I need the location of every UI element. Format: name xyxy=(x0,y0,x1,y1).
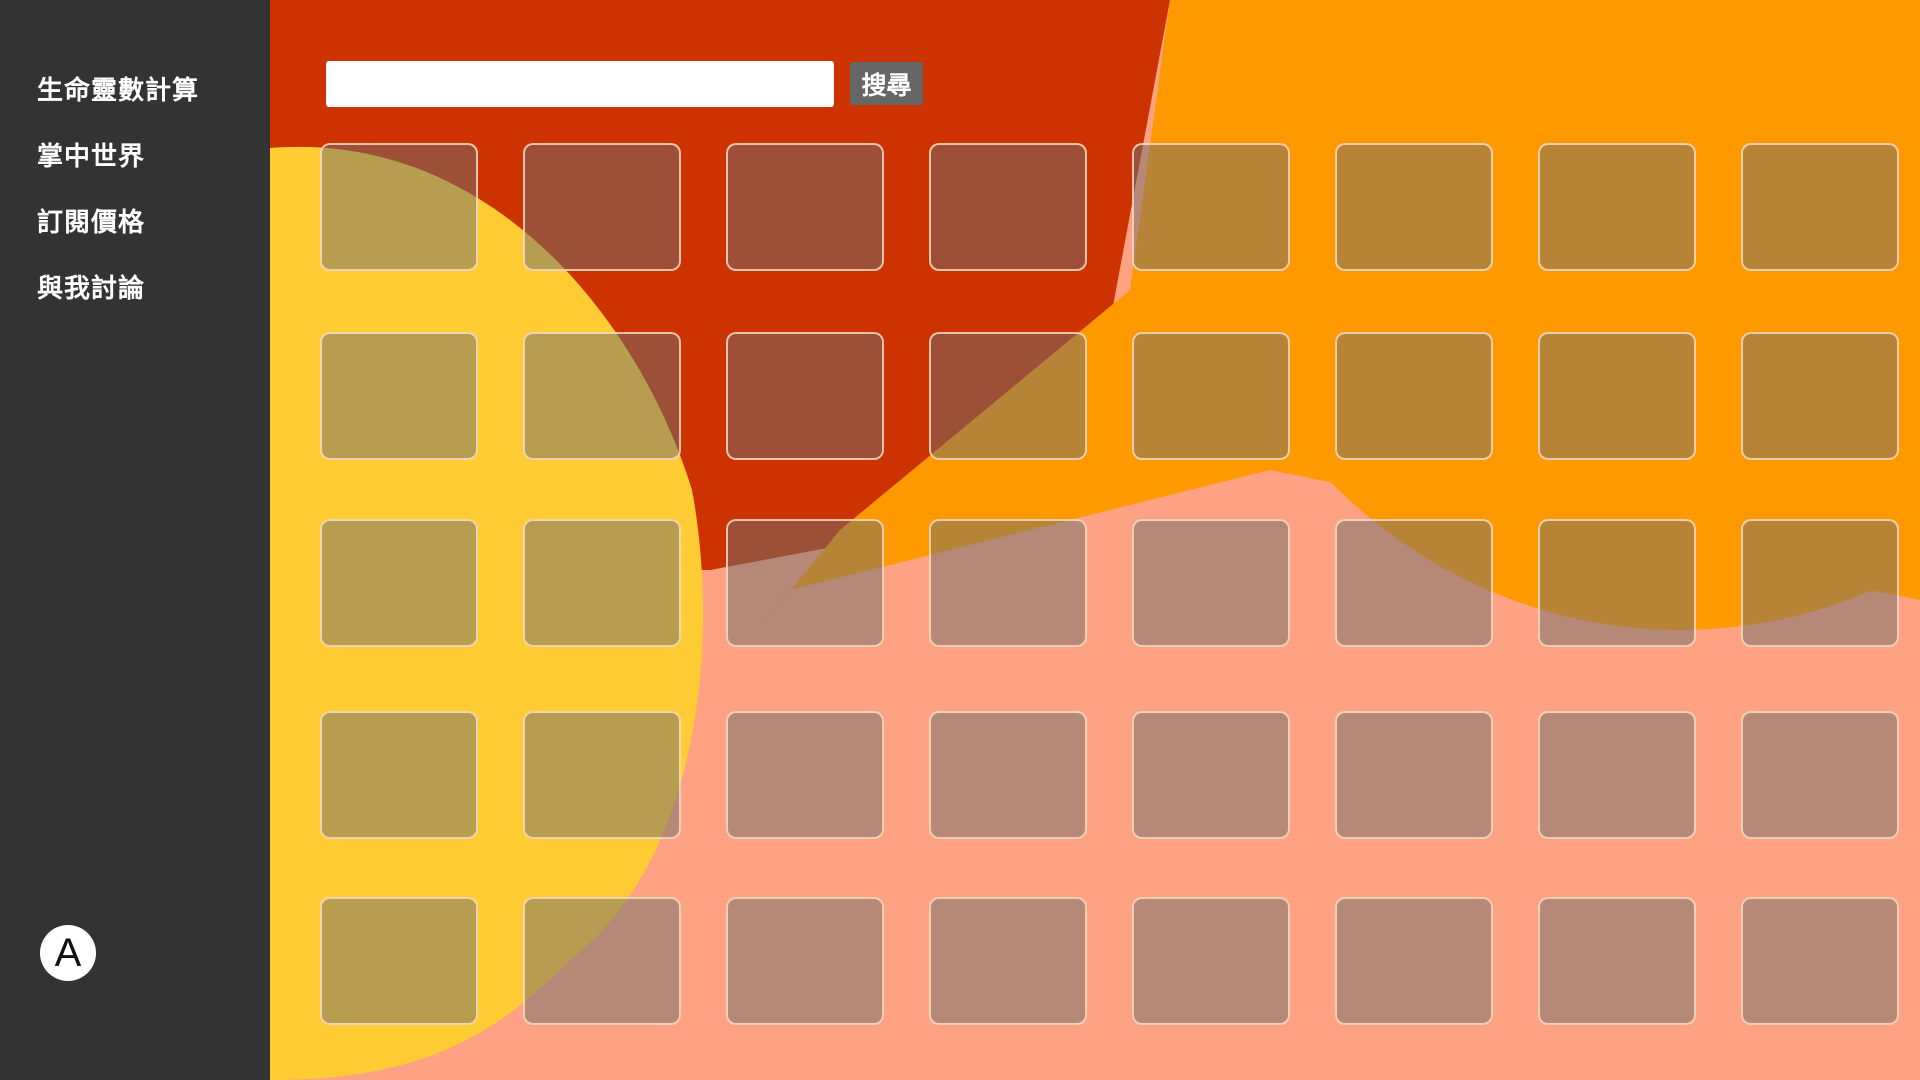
sidebar-item-palm-world[interactable]: 掌中世界 xyxy=(37,137,199,203)
grid-tile[interactable] xyxy=(523,711,681,839)
grid-tile[interactable] xyxy=(1335,897,1493,1025)
grid-tile[interactable] xyxy=(320,143,478,271)
sidebar-nav: 生命靈數計算 掌中世界 訂閱價格 與我討論 xyxy=(37,71,199,335)
sidebar-item-life-number[interactable]: 生命靈數計算 xyxy=(37,71,199,137)
grid-tile[interactable] xyxy=(1132,143,1290,271)
grid-tile[interactable] xyxy=(929,711,1087,839)
grid-tile[interactable] xyxy=(523,519,681,647)
grid-tile[interactable] xyxy=(929,519,1087,647)
grid-tile[interactable] xyxy=(726,519,884,647)
grid-tile[interactable] xyxy=(726,897,884,1025)
sidebar: 生命靈數計算 掌中世界 訂閱價格 與我討論 A xyxy=(0,0,270,1080)
grid-tile[interactable] xyxy=(320,332,478,460)
grid-tile[interactable] xyxy=(1335,143,1493,271)
grid-tile[interactable] xyxy=(1741,519,1899,647)
avatar[interactable]: A xyxy=(40,925,96,981)
grid-tile[interactable] xyxy=(1335,711,1493,839)
grid-tile[interactable] xyxy=(320,711,478,839)
grid-tile[interactable] xyxy=(1538,711,1696,839)
sidebar-item-discuss[interactable]: 與我討論 xyxy=(37,269,199,335)
search-button[interactable]: 搜尋 xyxy=(850,62,923,105)
main-content: 搜尋 xyxy=(270,0,1920,1080)
grid-tile[interactable] xyxy=(1132,332,1290,460)
grid-tile[interactable] xyxy=(523,143,681,271)
avatar-letter: A xyxy=(54,931,82,975)
grid-tile[interactable] xyxy=(1538,897,1696,1025)
grid-tile[interactable] xyxy=(320,897,478,1025)
grid-tile[interactable] xyxy=(523,332,681,460)
grid-tile[interactable] xyxy=(1132,897,1290,1025)
grid-tile[interactable] xyxy=(929,143,1087,271)
grid-tile[interactable] xyxy=(929,332,1087,460)
app-window: 生命靈數計算 掌中世界 訂閱價格 與我討論 A 搜尋 xyxy=(0,0,1920,1080)
grid-tile[interactable] xyxy=(523,897,681,1025)
grid-tile[interactable] xyxy=(1741,897,1899,1025)
grid-tile[interactable] xyxy=(726,332,884,460)
grid-tile[interactable] xyxy=(1538,143,1696,271)
grid-tile[interactable] xyxy=(1538,332,1696,460)
search-input[interactable] xyxy=(326,61,834,107)
grid-tile[interactable] xyxy=(1132,519,1290,647)
grid-tile[interactable] xyxy=(726,711,884,839)
grid-tile[interactable] xyxy=(1335,332,1493,460)
grid-tile[interactable] xyxy=(929,897,1087,1025)
grid-tile[interactable] xyxy=(726,143,884,271)
grid-tile[interactable] xyxy=(1741,711,1899,839)
grid-tile[interactable] xyxy=(1741,332,1899,460)
tile-grid xyxy=(320,143,1920,1025)
grid-tile[interactable] xyxy=(1335,519,1493,647)
grid-tile[interactable] xyxy=(1132,711,1290,839)
grid-tile[interactable] xyxy=(1538,519,1696,647)
sidebar-item-pricing[interactable]: 訂閱價格 xyxy=(37,203,199,269)
grid-tile[interactable] xyxy=(1741,143,1899,271)
grid-tile[interactable] xyxy=(320,519,478,647)
